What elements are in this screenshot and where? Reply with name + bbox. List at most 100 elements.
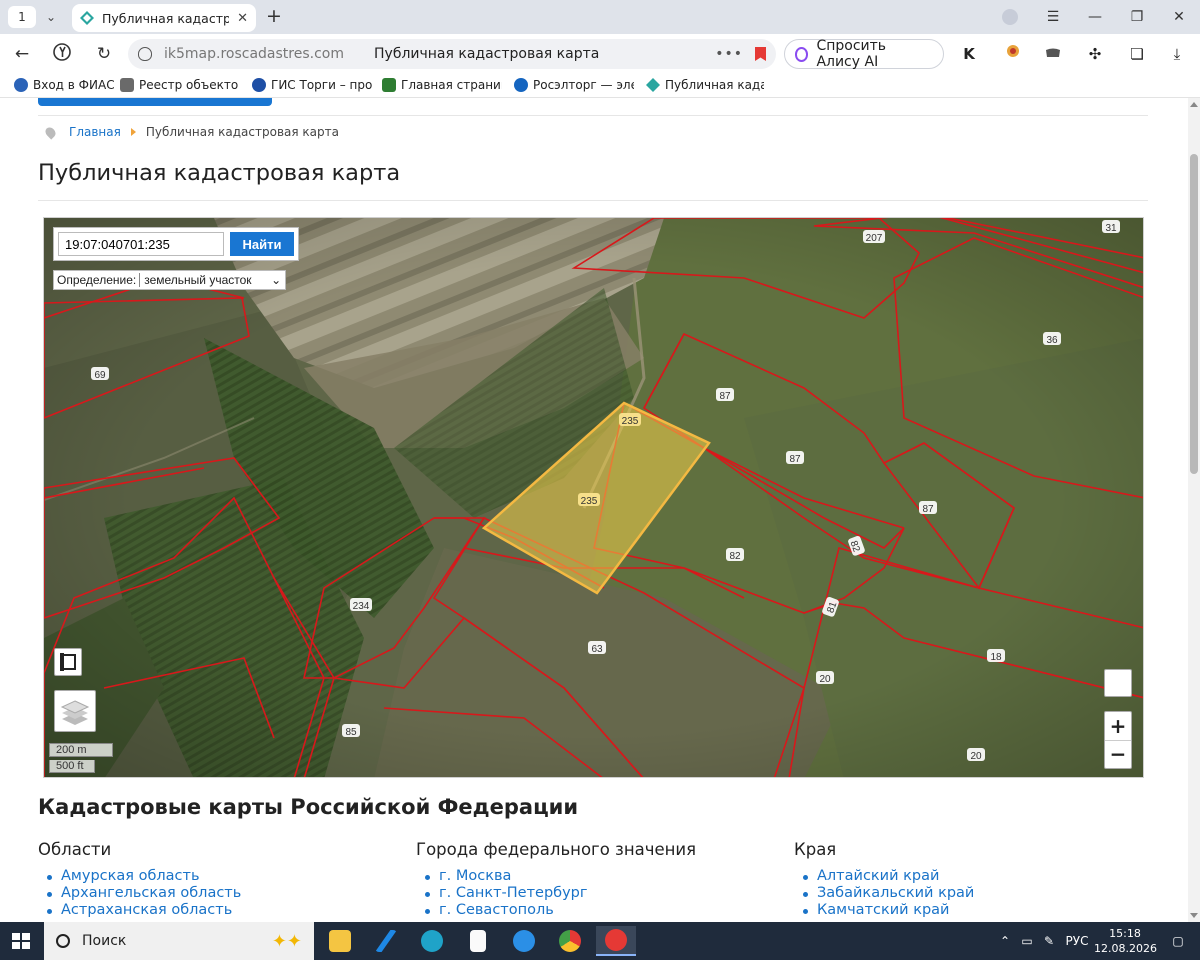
bookmark-registry[interactable]: Реестр объектов [120,78,238,92]
city-link[interactable]: г. Москва [416,868,696,885]
download-icon[interactable]: ⤓ [1166,43,1188,65]
map-mode-button[interactable] [54,648,82,676]
page-title: Публичная кадастровая карта [38,160,401,186]
scroll-down-icon[interactable] [1190,913,1198,918]
close-icon[interactable]: ✕ [237,11,248,26]
parcel-label: 69 [94,370,106,381]
file-explorer-app[interactable] [320,926,360,956]
kompas-app[interactable] [366,926,406,956]
krai-link[interactable]: Забайкальский край [794,885,974,902]
internet-explorer-icon [513,930,535,952]
bookmark-fias[interactable]: Вход в ФИАС [14,78,114,92]
fullscreen-button[interactable] [1104,669,1132,697]
edge-app[interactable] [412,926,452,956]
krai-link[interactable]: Алтайский край [794,868,974,885]
column-heading: Области [38,840,112,859]
breadcrumb-separator-icon [130,128,136,136]
page-scrollbar[interactable] [1188,98,1200,922]
yandex-browser-app[interactable] [596,926,636,956]
chevron-down-icon[interactable]: ⌄ [40,6,62,28]
bookmark-main-page[interactable]: Главная страница [382,78,502,92]
collections-icon[interactable]: ❏ [1126,43,1148,65]
cadastral-map[interactable]: 207 31 36 69 87 87 87 235 235 82 82 234 … [43,217,1144,778]
layers-button[interactable] [54,690,96,732]
directory-title: Кадастровые карты Российской Федерации [38,795,579,819]
krai-link[interactable]: Камчатский край [794,902,974,919]
scroll-thumb[interactable] [1190,154,1198,474]
header-button-stub[interactable] [38,98,272,106]
scale-imperial: 500 ft [49,760,95,773]
city-link[interactable]: г. Санкт-Петербург [416,885,696,902]
chrome-app[interactable] [550,926,590,956]
find-button[interactable]: Найти [230,232,294,256]
emblem-icon [382,78,396,92]
bookmark-icon[interactable] [755,47,766,61]
notifications-icon[interactable]: ▢ [1156,934,1200,948]
mascot-extension-icon[interactable] [1002,43,1024,65]
clock-date: 12.08.2026 [1094,942,1157,955]
search-icon [56,934,70,948]
reload-icon[interactable]: ↻ [92,43,116,65]
kinopoisk-extension-icon[interactable]: K [958,43,980,65]
cadastral-number-input[interactable] [58,232,224,256]
wallet-extension-icon[interactable] [1042,43,1064,65]
bookmark-gis-torgi[interactable]: ГИС Торги – прод [252,78,372,92]
minimize-icon[interactable]: — [1074,9,1116,25]
document-app[interactable] [458,926,498,956]
breadcrumb: Главная Публичная кадастровая карта [43,124,339,140]
definition-select[interactable]: земельный участок ⌄ [139,273,285,287]
tab-counter[interactable]: 1 [8,6,36,28]
region-link[interactable]: Архангельская область [38,885,241,902]
close-window-icon[interactable]: ✕ [1158,9,1200,25]
region-link[interactable]: Астраханская область [38,902,241,919]
url-domain: ik5map.roscadastres.com [164,46,344,62]
page-content: Главная Публичная кадастровая карта Публ… [0,98,1200,922]
windows-start-icon[interactable] [12,933,30,949]
new-tab-button[interactable]: + [262,6,286,28]
roseltorg-icon [514,78,528,92]
parcel-label: 234 [353,601,370,612]
alice-button[interactable]: Спросить Алису AI [784,38,944,70]
pen-icon[interactable]: ✎ [1038,934,1060,948]
tab-active[interactable]: Публичная кадастровая карта ✕ [72,4,256,32]
breadcrumb-home-link[interactable]: Главная [69,125,121,139]
definition-label: Определение: [57,273,137,287]
bookmarks-bar: Вход в ФИАС Реестр объектов ГИС Торги – … [0,74,1200,98]
taskbar-search[interactable]: Поиск ✦✦ [44,922,314,960]
cadastre-icon [646,78,660,92]
profile-avatar[interactable] [1002,9,1018,25]
krai-column: Края Алтайский край Забайкальский край К… [794,840,974,919]
more-dots-icon[interactable]: ••• [715,46,743,62]
kompas-icon [375,930,397,952]
folder-icon [329,930,351,952]
menu-icon[interactable]: ☰ [1032,9,1074,25]
parcel-label: 36 [1046,335,1058,346]
fias-icon [14,78,28,92]
browser-nav-bar: ← ↻ ik5map.roscadastres.com Публичная ка… [0,34,1200,74]
location-pin-icon [43,124,58,140]
federal-cities-column: Города федерального значения г. Москва г… [416,840,696,919]
city-link[interactable]: г. Севастополь [416,902,696,919]
back-arrow-icon[interactable]: ← [10,43,34,65]
address-bar[interactable]: ik5map.roscadastres.com Публичная кадаст… [128,39,776,69]
region-link[interactable]: Амурская область [38,868,241,885]
puzzle-extensions-icon[interactable]: ✣ [1084,43,1106,65]
scroll-up-icon[interactable] [1190,102,1198,107]
network-icon[interactable]: ▭ [1016,934,1038,948]
ie-app[interactable] [504,926,544,956]
definition-selector: Определение: земельный участок ⌄ [53,270,287,290]
cadastre-favicon-icon [80,11,94,25]
parcel-label: 63 [591,644,603,655]
zoom-in-button[interactable]: + [1105,712,1131,741]
clock[interactable]: 15:18 12.08.2026 [1094,926,1157,956]
bookmark-cadastre[interactable]: Публичная кадас [646,78,764,92]
parcel-label: 87 [719,391,731,402]
windows-taskbar: Поиск ✦✦ ⌃ ▭ ✎ РУС 15:18 12.08.2026 ▢ [0,922,1200,960]
language-indicator[interactable]: РУС [1060,934,1094,948]
restore-icon[interactable]: ❐ [1116,9,1158,25]
bookmark-roseltorg[interactable]: Росэлторг — элек [514,78,634,92]
yandex-logo-icon[interactable] [50,43,74,65]
chevron-up-icon[interactable]: ⌃ [994,934,1016,948]
parcel-label: 82 [729,551,741,562]
zoom-out-button[interactable]: − [1105,741,1131,769]
